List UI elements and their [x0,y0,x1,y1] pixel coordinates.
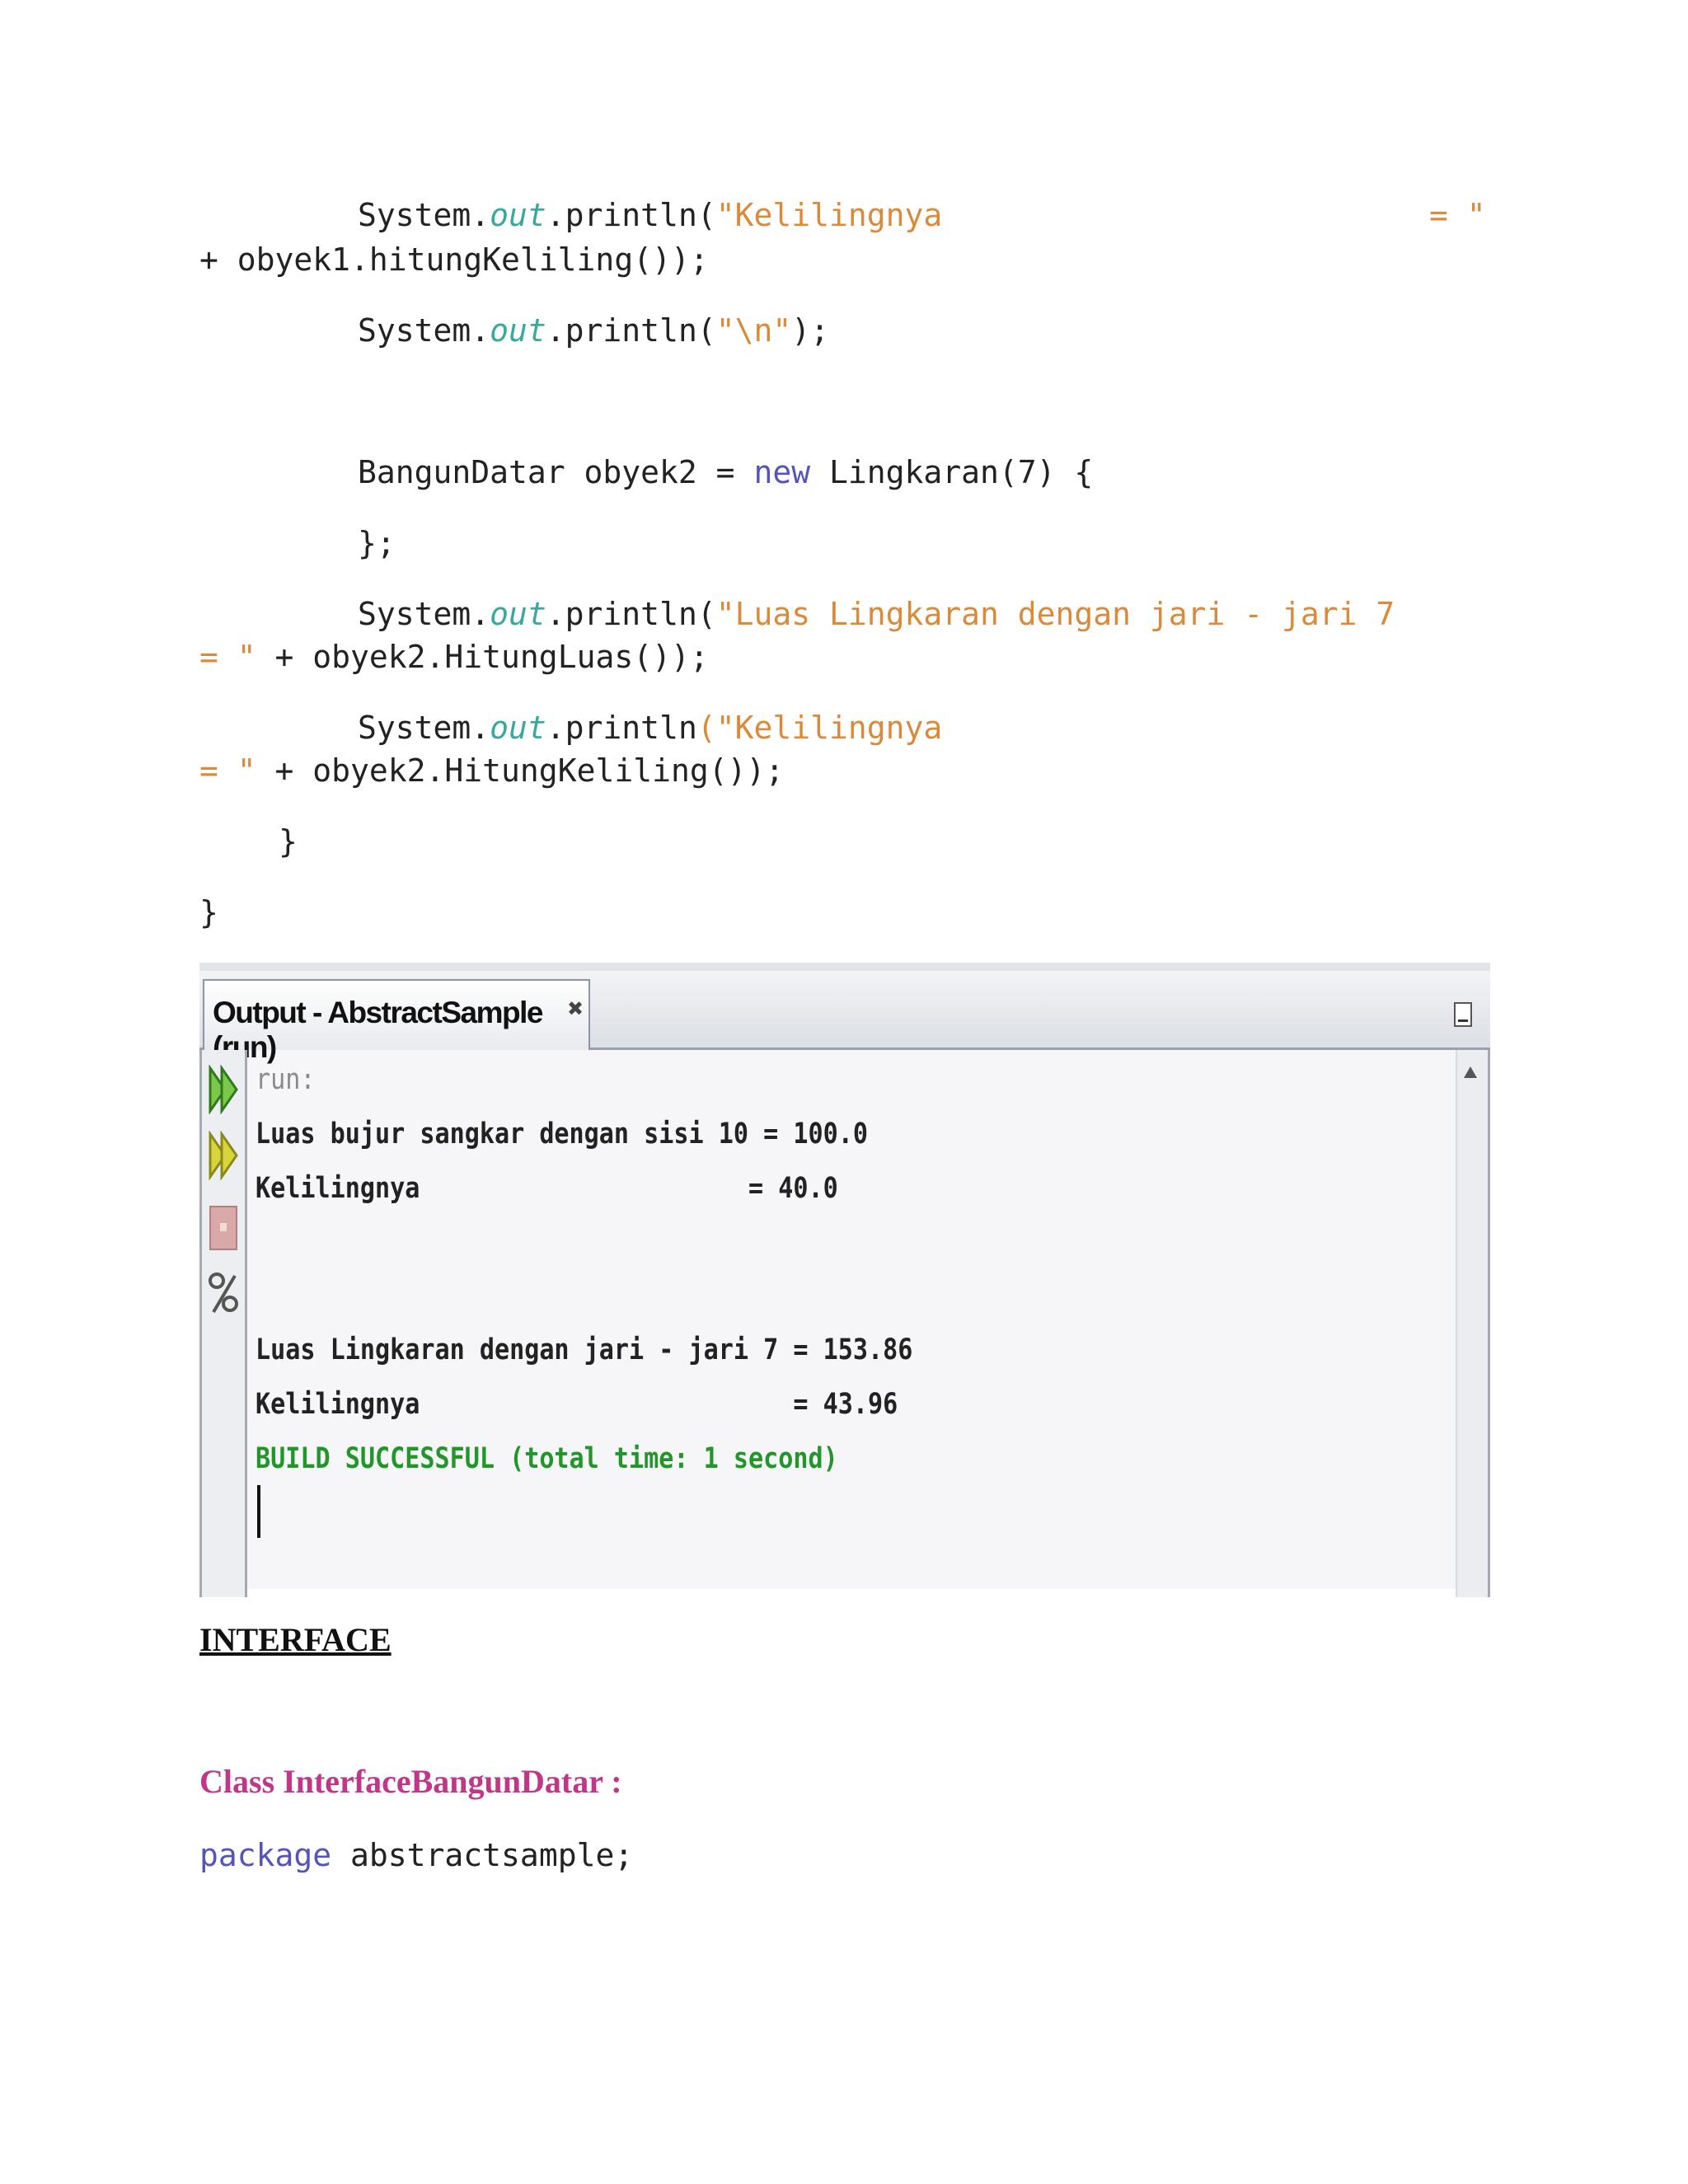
code-string: "Kelilingnya [715,197,943,233]
code-line: System.out.println("Kelilingnya [358,707,942,748]
code-string: ("Kelilingnya [696,710,943,746]
code-token: Lingkaran(7) { [810,454,1094,490]
output-line: BUILD SUCCESSFUL (total time: 1 second) [256,1442,838,1475]
code-string: = " [199,639,256,675]
output-tab[interactable]: Output - AbstractSample (run) ✖ [203,979,590,1064]
code-token: System. [358,312,490,349]
code-token: .println( [546,596,716,632]
code-line: } [199,894,218,930]
rerun-with-options-icon[interactable] [207,1131,241,1180]
code-string: = " [199,752,256,789]
output-line: run: [256,1063,316,1096]
code-string: = " [1429,197,1486,233]
output-line: Luas bujur sangkar dengan sisi 10 = 100.… [256,1118,868,1151]
code-string: "Luas Lingkaran dengan jari - jari 7 [715,596,1395,632]
code-line: = " + obyek2.HitungKeliling()); [199,750,784,791]
code-token: System. [358,197,490,233]
code-token: out [490,596,546,632]
output-line: Kelilingnya = 40.0 [256,1172,838,1205]
output-line: Luas Lingkaran dengan jari - jari 7 = 15… [256,1333,913,1366]
output-window: Output - AbstractSample (run) ✖ [199,963,1490,1597]
class-heading: Class InterfaceBangunDatar : [199,1763,622,1800]
code-token: out [490,312,546,349]
code-token: .println [546,710,697,746]
text-caret [257,1485,260,1538]
code-token: + obyek2.HitungKeliling()); [256,752,785,789]
code-string: "\n" [715,312,792,349]
code-token: out [490,197,546,233]
code-token: out [490,710,546,746]
code-token: .println( [546,197,716,233]
rerun-icon[interactable] [207,1065,241,1114]
code-line: = " + obyek2.HitungLuas()); [199,636,709,677]
minimize-icon[interactable] [1454,1002,1472,1027]
code-token: BangunDatar obyek2 = [358,454,754,490]
scrollbar[interactable] [1456,1050,1490,1597]
code-line: System.out.println("Luas Lingkaran denga… [358,593,1395,635]
scroll-up-icon[interactable] [1464,1066,1477,1078]
output-toolbar [199,1050,247,1597]
code-token: System. [358,710,490,746]
close-icon[interactable]: ✖ [567,997,584,1020]
code-line: System.out.println("\n"); [358,310,829,351]
code-token: System. [358,596,490,632]
stop-icon[interactable] [207,1203,241,1253]
code-line: System.out.println("Kelilingnya [358,194,942,236]
code-token: ); [791,312,829,349]
code-line: }; [358,525,396,561]
code-line: BangunDatar obyek2 = new Lingkaran(7) { [358,452,1093,493]
code-line: + obyek1.hitungKeliling()); [199,241,709,278]
code-line: } [279,823,298,860]
code-token: + obyek2.HitungLuas()); [256,639,709,675]
settings-icon[interactable] [207,1269,241,1319]
code-token: .println( [546,312,716,349]
output-tab-bar: Output - AbstractSample (run) ✖ [199,971,1490,1064]
output-tab-title: Output - AbstractSample (run) [213,996,543,1064]
section-heading: INTERFACE [199,1621,392,1658]
code-token: abstractsample; [331,1837,634,1873]
code-line: package abstractsample; [199,1835,633,1876]
output-line: Kelilingnya = 43.96 [256,1388,898,1421]
code-keyword: package [199,1837,332,1873]
code-keyword: new [753,454,811,490]
